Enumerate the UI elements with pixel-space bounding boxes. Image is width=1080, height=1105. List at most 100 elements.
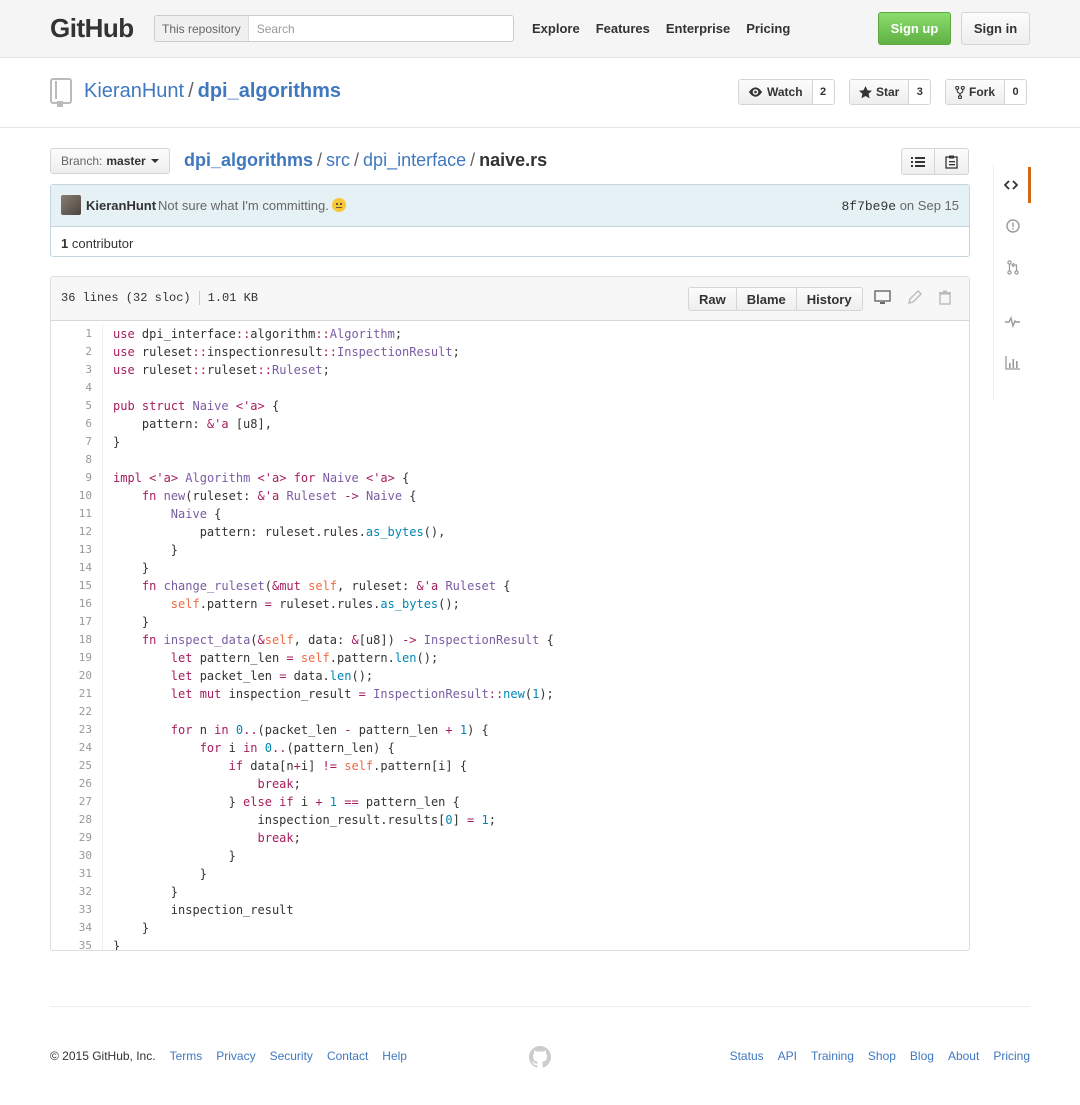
- commit-message[interactable]: Not sure what I'm committing.: [158, 198, 346, 213]
- nav-explore[interactable]: Explore: [532, 21, 580, 36]
- sidebar-item-issues[interactable]: [994, 208, 1031, 244]
- line-number[interactable]: 26: [51, 775, 103, 793]
- line-number[interactable]: 7: [51, 433, 103, 451]
- line-number[interactable]: 30: [51, 847, 103, 865]
- watch-count[interactable]: 2: [812, 79, 835, 105]
- line-number[interactable]: 18: [51, 631, 103, 649]
- line-number[interactable]: 24: [51, 739, 103, 757]
- raw-button[interactable]: Raw: [688, 287, 737, 311]
- line-number[interactable]: 19: [51, 649, 103, 667]
- line-number[interactable]: 33: [51, 901, 103, 919]
- line-number[interactable]: 22: [51, 703, 103, 721]
- sign-up-button[interactable]: Sign up: [878, 12, 951, 45]
- footer-link-security[interactable]: Security: [270, 1049, 313, 1063]
- star-count[interactable]: 3: [909, 79, 932, 105]
- line-number[interactable]: 35: [51, 937, 103, 950]
- pull-requests-icon: [1006, 259, 1019, 275]
- nav-features[interactable]: Features: [596, 21, 650, 36]
- pencil-icon[interactable]: [907, 290, 922, 305]
- search-input[interactable]: [248, 16, 513, 41]
- footer-link-blog[interactable]: Blog: [910, 1049, 934, 1063]
- sign-in-button[interactable]: Sign in: [961, 12, 1030, 45]
- breadcrumb-repo-link[interactable]: dpi_algorithms: [184, 150, 313, 170]
- fork-control: Fork 0: [945, 79, 1028, 105]
- line-number[interactable]: 1: [51, 325, 103, 343]
- nav-enterprise[interactable]: Enterprise: [666, 21, 730, 36]
- footer-link-help[interactable]: Help: [382, 1049, 407, 1063]
- star-button[interactable]: Star: [849, 79, 910, 105]
- line-number[interactable]: 25: [51, 757, 103, 775]
- code-line: 10 fn new(ruleset: &'a Ruleset -> Naive …: [51, 487, 969, 505]
- line-number[interactable]: 4: [51, 379, 103, 397]
- line-code: let pattern_len = self.pattern.len();: [170, 651, 439, 665]
- line-number[interactable]: 12: [51, 523, 103, 541]
- search-box: This repository: [154, 15, 514, 42]
- footer-link-shop[interactable]: Shop: [868, 1049, 896, 1063]
- line-number[interactable]: 29: [51, 829, 103, 847]
- history-button[interactable]: History: [796, 287, 863, 311]
- line-number[interactable]: 13: [51, 541, 103, 559]
- blame-button[interactable]: Blame: [736, 287, 797, 311]
- sidebar-item-pull-requests[interactable]: [994, 249, 1031, 285]
- line-number[interactable]: 16: [51, 595, 103, 613]
- fork-count[interactable]: 0: [1005, 79, 1028, 105]
- line-number[interactable]: 10: [51, 487, 103, 505]
- line-number[interactable]: 11: [51, 505, 103, 523]
- repo-owner-link[interactable]: KieranHunt: [84, 80, 184, 102]
- sidebar-item-code[interactable]: [994, 167, 1031, 203]
- trash-icon[interactable]: [938, 290, 952, 305]
- line-number[interactable]: 21: [51, 685, 103, 703]
- sidebar-item-graphs[interactable]: [994, 345, 1031, 381]
- star-label: Star: [876, 85, 900, 99]
- line-number[interactable]: 14: [51, 559, 103, 577]
- line-number[interactable]: 28: [51, 811, 103, 829]
- line-number[interactable]: 5: [51, 397, 103, 415]
- nav-pricing[interactable]: Pricing: [746, 21, 790, 36]
- line-code: }: [113, 615, 150, 629]
- footer-link-contact[interactable]: Contact: [327, 1049, 368, 1063]
- desktop-icon[interactable]: [874, 290, 891, 305]
- watch-button[interactable]: Watch: [738, 79, 813, 105]
- line-number[interactable]: 3: [51, 361, 103, 379]
- branch-selector[interactable]: Branch: master: [50, 148, 170, 174]
- commit-author[interactable]: KieranHunt: [86, 198, 156, 213]
- footer-link-about[interactable]: About: [948, 1049, 979, 1063]
- line-number[interactable]: 8: [51, 451, 103, 469]
- commit-sha[interactable]: 8f7be9e: [841, 199, 896, 214]
- code-line: 32 }: [51, 883, 969, 901]
- issues-icon: [1005, 219, 1020, 233]
- footer-link-status[interactable]: Status: [730, 1049, 764, 1063]
- copy-path-button[interactable]: [935, 148, 969, 175]
- footer-link-training[interactable]: Training: [811, 1049, 854, 1063]
- footer-link-api[interactable]: API: [778, 1049, 797, 1063]
- line-number[interactable]: 23: [51, 721, 103, 739]
- neutral-face-emoji-icon: [331, 198, 346, 212]
- sidebar-item-pulse[interactable]: [994, 304, 1031, 340]
- line-number[interactable]: 20: [51, 667, 103, 685]
- line-number[interactable]: 27: [51, 793, 103, 811]
- file-finder-button[interactable]: [901, 148, 935, 175]
- line-number[interactable]: 6: [51, 415, 103, 433]
- code-line: 21 let mut inspection_result = Inspectio…: [51, 685, 969, 703]
- footer-link-terms[interactable]: Terms: [170, 1049, 203, 1063]
- line-number[interactable]: 9: [51, 469, 103, 487]
- line-number[interactable]: 34: [51, 919, 103, 937]
- line-number[interactable]: 32: [51, 883, 103, 901]
- line-number[interactable]: 31: [51, 865, 103, 883]
- line-number[interactable]: 17: [51, 613, 103, 631]
- line-code: fn change_ruleset(&mut self, ruleset: &'…: [141, 579, 511, 593]
- octocat-mark-icon[interactable]: [528, 1045, 552, 1069]
- code-blob[interactable]: 1 use dpi_interface::algorithm::Algorithm…: [51, 321, 969, 950]
- line-number[interactable]: 15: [51, 577, 103, 595]
- breadcrumb-src-link[interactable]: src: [326, 150, 350, 170]
- footer-link-privacy[interactable]: Privacy: [216, 1049, 255, 1063]
- line-number[interactable]: 2: [51, 343, 103, 361]
- fork-button[interactable]: Fork: [945, 79, 1006, 105]
- avatar[interactable]: [61, 195, 81, 215]
- breadcrumb-dpi-interface-link[interactable]: dpi_interface: [363, 150, 466, 170]
- github-logo[interactable]: GitHub: [50, 13, 134, 44]
- footer-link-pricing[interactable]: Pricing: [993, 1049, 1030, 1063]
- line-code: }: [113, 849, 236, 863]
- line-code: use ruleset::ruleset::Ruleset;: [113, 363, 330, 377]
- repo-name-link[interactable]: dpi_algorithms: [198, 80, 341, 102]
